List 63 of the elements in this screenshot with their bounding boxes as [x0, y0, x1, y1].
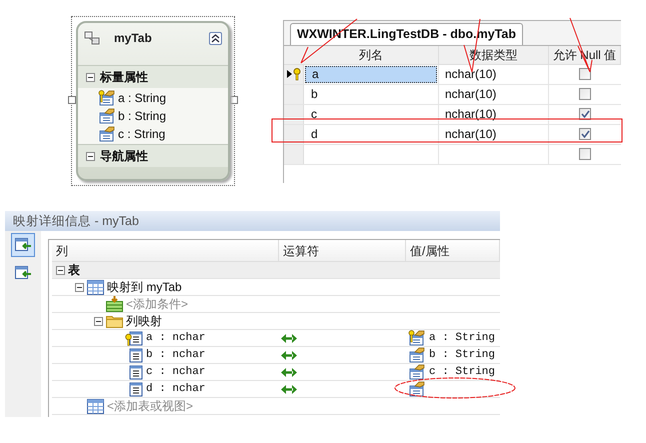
entity-title: myTab	[114, 30, 152, 47]
tree-item[interactable]: c : nchar	[146, 364, 206, 380]
column-header[interactable]: 值/属性	[406, 240, 500, 261]
section-header[interactable]: 标量属性	[78, 65, 228, 88]
collapse-button[interactable]	[209, 32, 222, 44]
panel-title: 映射详细信息 - myTab	[13, 212, 139, 230]
key-icon	[292, 68, 300, 81]
name-cell[interactable]: c	[305, 106, 437, 123]
type-cell[interactable]: nchar(10)	[445, 85, 496, 104]
property-value: a : String	[429, 330, 496, 346]
type-cell[interactable]: nchar(10)	[445, 125, 496, 144]
tree-item[interactable]: <添加表或视图>	[107, 397, 194, 415]
folder-icon	[106, 314, 123, 328]
checkbox[interactable]	[579, 128, 591, 140]
column-header[interactable]: 列	[52, 240, 279, 261]
table-icon	[87, 398, 104, 414]
resize-handle[interactable]	[68, 96, 76, 104]
tree-item[interactable]: a : nchar	[146, 330, 206, 346]
tree-item[interactable]: d : nchar	[146, 380, 206, 398]
expander-box[interactable]	[75, 282, 84, 292]
chevron-up-icon	[211, 34, 220, 42]
expander-box[interactable]	[56, 266, 65, 274]
property-label[interactable]: a : String	[118, 89, 166, 107]
column-header[interactable]: 列名	[304, 46, 439, 64]
property-label[interactable]: c : String	[118, 125, 166, 143]
two-way-arrow-icon	[281, 384, 297, 394]
section-header[interactable]: 导航属性	[78, 144, 228, 167]
resize-handle[interactable]	[230, 96, 238, 104]
toolbar-button[interactable]	[11, 233, 35, 257]
row-selector[interactable]	[284, 64, 304, 84]
checkbox[interactable]	[579, 68, 591, 80]
two-way-arrow-icon	[281, 368, 297, 376]
tree-item[interactable]: 列映射	[126, 312, 162, 330]
check-icon	[580, 110, 590, 118]
check-icon	[580, 130, 590, 138]
column-header[interactable]: 运算符	[279, 240, 406, 261]
name-cell[interactable]: d	[305, 126, 437, 143]
table-icon	[87, 280, 104, 294]
two-way-arrow-icon	[281, 334, 297, 342]
expander-box[interactable]	[86, 152, 95, 160]
name-cell[interactable]: a	[305, 66, 437, 83]
entity-card[interactable]: myTab 标量属性 a : String b : String c : String 导航属性	[76, 21, 230, 181]
tree-item[interactable]: <添加条件>	[126, 295, 188, 313]
property-value: c : String	[429, 364, 496, 380]
checkbox[interactable]	[579, 148, 591, 160]
two-way-arrow-icon	[281, 350, 297, 360]
section-title: 标量属性	[100, 69, 148, 86]
expander-box[interactable]	[94, 316, 103, 326]
property-value: b : String	[429, 348, 496, 363]
row-pointer-icon	[286, 70, 292, 78]
checkbox[interactable]	[579, 88, 591, 100]
property-label[interactable]: b : String	[118, 107, 166, 125]
entity-icon	[84, 31, 100, 45]
add-condition-icon	[106, 296, 123, 312]
tree-item[interactable]: 表	[68, 261, 80, 279]
type-cell[interactable]: nchar(10)	[445, 65, 496, 84]
expander-box[interactable]	[86, 72, 95, 82]
checkbox[interactable]	[579, 108, 591, 120]
tree-item[interactable]: b : nchar	[146, 346, 206, 364]
tree-item[interactable]: 映射到 myTab	[107, 278, 182, 296]
type-cell[interactable]: nchar(10)	[445, 105, 496, 124]
section-title: 导航属性	[100, 148, 148, 165]
name-cell[interactable]: b	[305, 86, 437, 103]
